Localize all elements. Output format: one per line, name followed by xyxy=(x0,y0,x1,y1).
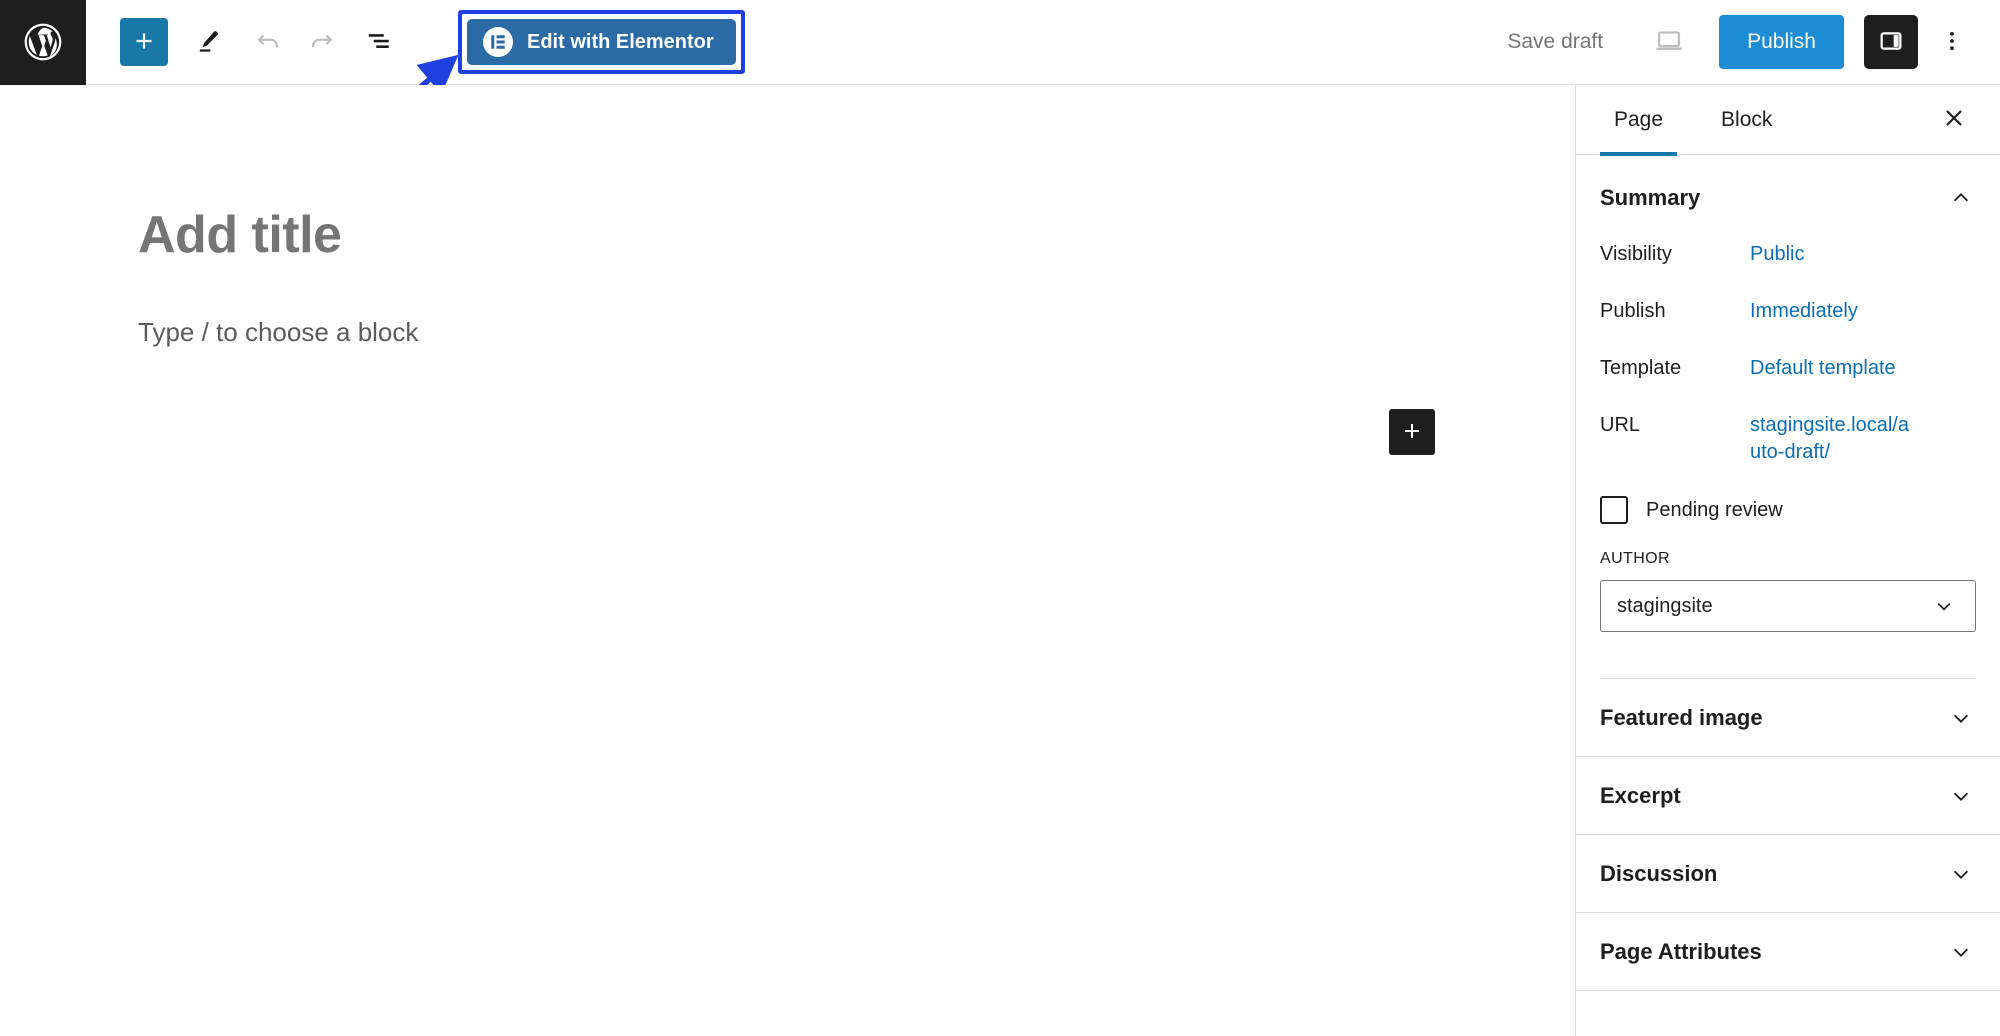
pending-review-checkbox[interactable] xyxy=(1600,496,1628,524)
chevron-down-icon xyxy=(1929,591,1959,621)
tab-block[interactable]: Block xyxy=(1707,85,1786,155)
author-select[interactable]: stagingsite xyxy=(1600,580,1976,632)
summary-body: Visibility Public Publish Immediately Te… xyxy=(1576,235,2000,679)
wordpress-logo-button[interactable] xyxy=(0,0,86,85)
elementor-button-highlight: Edit with Elementor xyxy=(458,10,745,74)
elementor-button-label: Edit with Elementor xyxy=(527,30,714,53)
panel-featured-image-label: Featured image xyxy=(1600,704,1763,730)
publish-button[interactable]: Publish xyxy=(1719,15,1844,69)
tab-page[interactable]: Page xyxy=(1600,85,1678,156)
redo-arrow-icon xyxy=(307,26,337,59)
undo-arrow-icon xyxy=(253,26,283,59)
sidebar-tablist: Page Block xyxy=(1576,85,2000,156)
panel-excerpt[interactable]: Excerpt xyxy=(1576,757,2000,835)
summary-row-template: Template Default template xyxy=(1600,355,1976,382)
panel-featured-image[interactable]: Featured image xyxy=(1576,679,2000,757)
plus-icon xyxy=(1400,419,1424,446)
wordpress-block-editor: Edit with Elementor Save draft Publish A… xyxy=(0,0,2000,1036)
panel-page-attributes[interactable]: Page Attributes xyxy=(1576,913,2000,991)
wordpress-logo-icon xyxy=(21,20,65,64)
panel-page-attributes-label: Page Attributes xyxy=(1600,938,1762,964)
tools-mode-button[interactable] xyxy=(184,18,232,66)
chevron-down-icon xyxy=(1946,859,1976,889)
publish-value-button[interactable]: Immediately xyxy=(1750,298,1858,325)
visibility-value-button[interactable]: Public xyxy=(1750,241,1804,268)
save-draft-button[interactable]: Save draft xyxy=(1491,22,1619,62)
close-sidebar-button[interactable] xyxy=(1932,98,1976,142)
editor-toolbar: Edit with Elementor Save draft Publish xyxy=(0,0,2000,85)
chevron-down-icon xyxy=(1946,937,1976,967)
undo-button[interactable] xyxy=(244,18,292,66)
sidebar-panel-icon xyxy=(1877,27,1905,58)
chevron-up-icon xyxy=(1946,183,1976,213)
url-value-button[interactable]: stagingsite.local/auto-draft/ xyxy=(1750,412,1910,466)
summary-row-visibility: Visibility Public xyxy=(1600,241,1976,268)
pending-review-row: Pending review xyxy=(1600,496,1976,524)
panel-excerpt-label: Excerpt xyxy=(1600,782,1681,808)
laptop-preview-icon xyxy=(1652,24,1686,61)
author-label: AUTHOR xyxy=(1600,550,1670,567)
pending-review-label[interactable]: Pending review xyxy=(1646,499,1783,522)
template-label: Template xyxy=(1600,357,1682,379)
summary-row-publish: Publish Immediately xyxy=(1600,298,1976,325)
add-block-button[interactable] xyxy=(120,18,168,66)
url-label: URL xyxy=(1600,414,1641,436)
summary-row-url: URL stagingsite.local/auto-draft/ xyxy=(1600,412,1976,466)
author-select-value: stagingsite xyxy=(1617,594,1713,617)
toolbar-left-group: Edit with Elementor xyxy=(86,0,745,85)
publish-label: Publish xyxy=(1600,300,1666,322)
toolbar-right-group: Save draft Publish xyxy=(1491,0,2000,85)
panel-discussion-label: Discussion xyxy=(1600,860,1718,886)
template-value-button[interactable]: Default template xyxy=(1750,355,1896,382)
preview-button[interactable] xyxy=(1641,18,1697,66)
close-x-icon xyxy=(1941,105,1967,134)
settings-sidebar: Page Block Summary Visibility Public Pub… xyxy=(1575,85,2000,1036)
summary-section-header[interactable]: Summary xyxy=(1576,155,2000,235)
settings-panel-toggle-button[interactable] xyxy=(1864,15,1918,69)
post-title-input[interactable]: Add title xyxy=(138,205,342,265)
redo-button[interactable] xyxy=(298,18,346,66)
kebab-menu-icon xyxy=(1939,28,1965,57)
plus-icon xyxy=(131,28,157,57)
editor-canvas: Add title Type / to choose a block xyxy=(0,85,1575,1036)
summary-title: Summary xyxy=(1600,185,1701,210)
edit-with-elementor-button[interactable]: Edit with Elementor xyxy=(467,19,736,65)
default-block-input[interactable]: Type / to choose a block xyxy=(138,317,418,348)
chevron-down-icon xyxy=(1946,781,1976,811)
more-options-button[interactable] xyxy=(1928,15,1976,69)
block-inserter-button[interactable] xyxy=(1389,409,1435,455)
panel-discussion[interactable]: Discussion xyxy=(1576,835,2000,913)
list-view-icon xyxy=(365,26,395,59)
chevron-down-icon xyxy=(1946,703,1976,733)
visibility-label: Visibility xyxy=(1600,243,1672,265)
pencil-icon xyxy=(194,27,222,58)
list-view-button[interactable] xyxy=(356,18,404,66)
elementor-logo-icon xyxy=(483,27,513,57)
